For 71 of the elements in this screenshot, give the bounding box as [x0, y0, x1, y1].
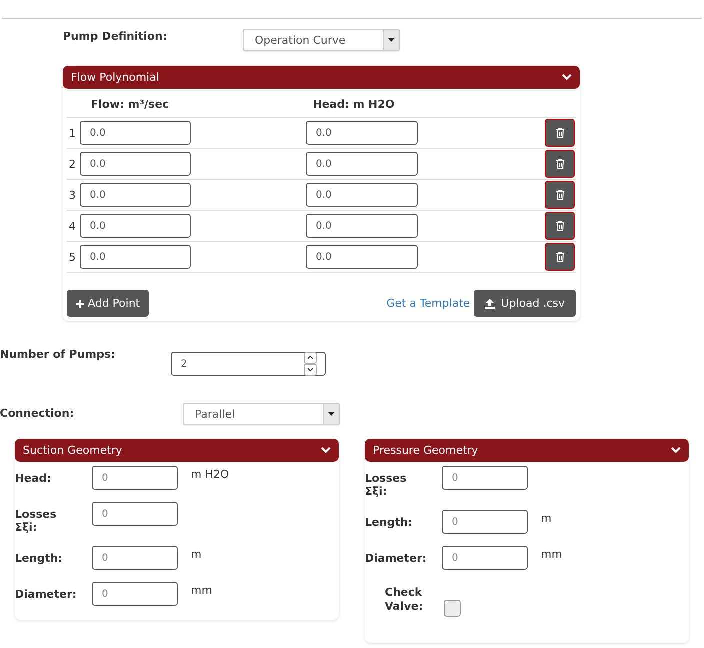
input-field[interactable]: 0.0 [306, 183, 418, 207]
chevron-down-icon[interactable] [562, 74, 572, 81]
row-number: 4 [68, 220, 76, 232]
trash-icon [556, 252, 564, 262]
column-header: Flow: m³/sec [90, 98, 170, 110]
delete-button[interactable] [545, 243, 575, 271]
dropdown[interactable]: Operation Curve [243, 29, 400, 51]
unit-label: m H2O [191, 468, 230, 481]
input-field[interactable]: 0 [92, 546, 178, 570]
input-field[interactable]: 0.0 [306, 245, 418, 269]
unit-label: mm [191, 584, 212, 597]
input-field[interactable]: 0 [442, 546, 528, 570]
delete-button[interactable] [545, 212, 575, 240]
upload-button[interactable]: Upload .csv [474, 290, 576, 317]
panel-header[interactable]: Suction Geometry [15, 439, 339, 462]
field-label: Diameter: [15, 588, 78, 601]
caret-icon [328, 412, 335, 416]
input-field[interactable]: 0 [92, 582, 178, 606]
chevron-down-icon[interactable] [671, 447, 681, 454]
input-field[interactable]: 0.0 [80, 245, 191, 269]
row-number: 3 [68, 188, 76, 202]
input-field[interactable]: 0.0 [80, 121, 191, 145]
number-field[interactable]: 2 [171, 352, 326, 376]
delete-button[interactable] [545, 181, 575, 209]
delete-button[interactable] [545, 150, 575, 178]
field-label: Losses Σξi: [15, 508, 58, 534]
trash-icon [556, 128, 564, 138]
panel-title: Flow Polynomial [71, 71, 160, 84]
input-field[interactable]: 0 [92, 502, 178, 526]
field-label: Number of Pumps: [0, 348, 116, 361]
panel-title: Suction Geometry [23, 444, 122, 457]
field-label: Head: [15, 472, 52, 485]
field-label: Length: [365, 516, 414, 529]
input-field[interactable]: 0.0 [306, 214, 418, 238]
unit-label: m [191, 548, 202, 561]
field-label: Losses Σξi: [365, 472, 408, 498]
add-point-button[interactable]: Add Point [67, 290, 150, 317]
row-number: 2 [68, 158, 76, 170]
chevron-down-icon[interactable] [321, 447, 331, 454]
delete-button[interactable] [545, 119, 575, 147]
input-field[interactable]: 0 [92, 466, 178, 490]
panel-header[interactable]: Pressure Geometry [365, 439, 689, 462]
input-field[interactable]: 0.0 [80, 183, 191, 207]
template-link[interactable]: Get a Template [386, 297, 470, 310]
row-number: 1 [68, 126, 76, 140]
spinner-arrows-icon[interactable] [304, 352, 317, 376]
input-field[interactable]: 0.0 [80, 152, 191, 176]
input-field[interactable]: 0.0 [306, 152, 418, 176]
checkbox[interactable] [444, 600, 461, 617]
field-label: Diameter: [365, 552, 428, 565]
input-field[interactable]: 0 [442, 466, 528, 490]
trash-icon [556, 221, 564, 231]
input-field[interactable]: 0.0 [306, 121, 418, 145]
input-field[interactable]: 0.0 [80, 214, 191, 238]
caret-icon [388, 38, 395, 42]
column-header: Head: m H2O [313, 98, 395, 110]
trash-icon [556, 190, 564, 200]
panel-title: Pressure Geometry [373, 444, 478, 457]
dropdown[interactable]: Parallel [183, 403, 340, 425]
upload-icon [485, 298, 496, 308]
panel-header[interactable]: Flow Polynomial [63, 66, 580, 89]
field-label: Pump Definition: [63, 30, 168, 43]
row-number: 5 [68, 250, 76, 264]
field-label: Check Valve: [385, 586, 424, 614]
unit-label: mm [541, 548, 562, 561]
trash-icon [556, 159, 564, 169]
unit-label: m [541, 512, 552, 525]
field-label: Connection: [0, 407, 76, 420]
input-field[interactable]: 0 [442, 510, 528, 534]
field-label: Length: [15, 552, 64, 565]
plus-icon [76, 300, 84, 308]
